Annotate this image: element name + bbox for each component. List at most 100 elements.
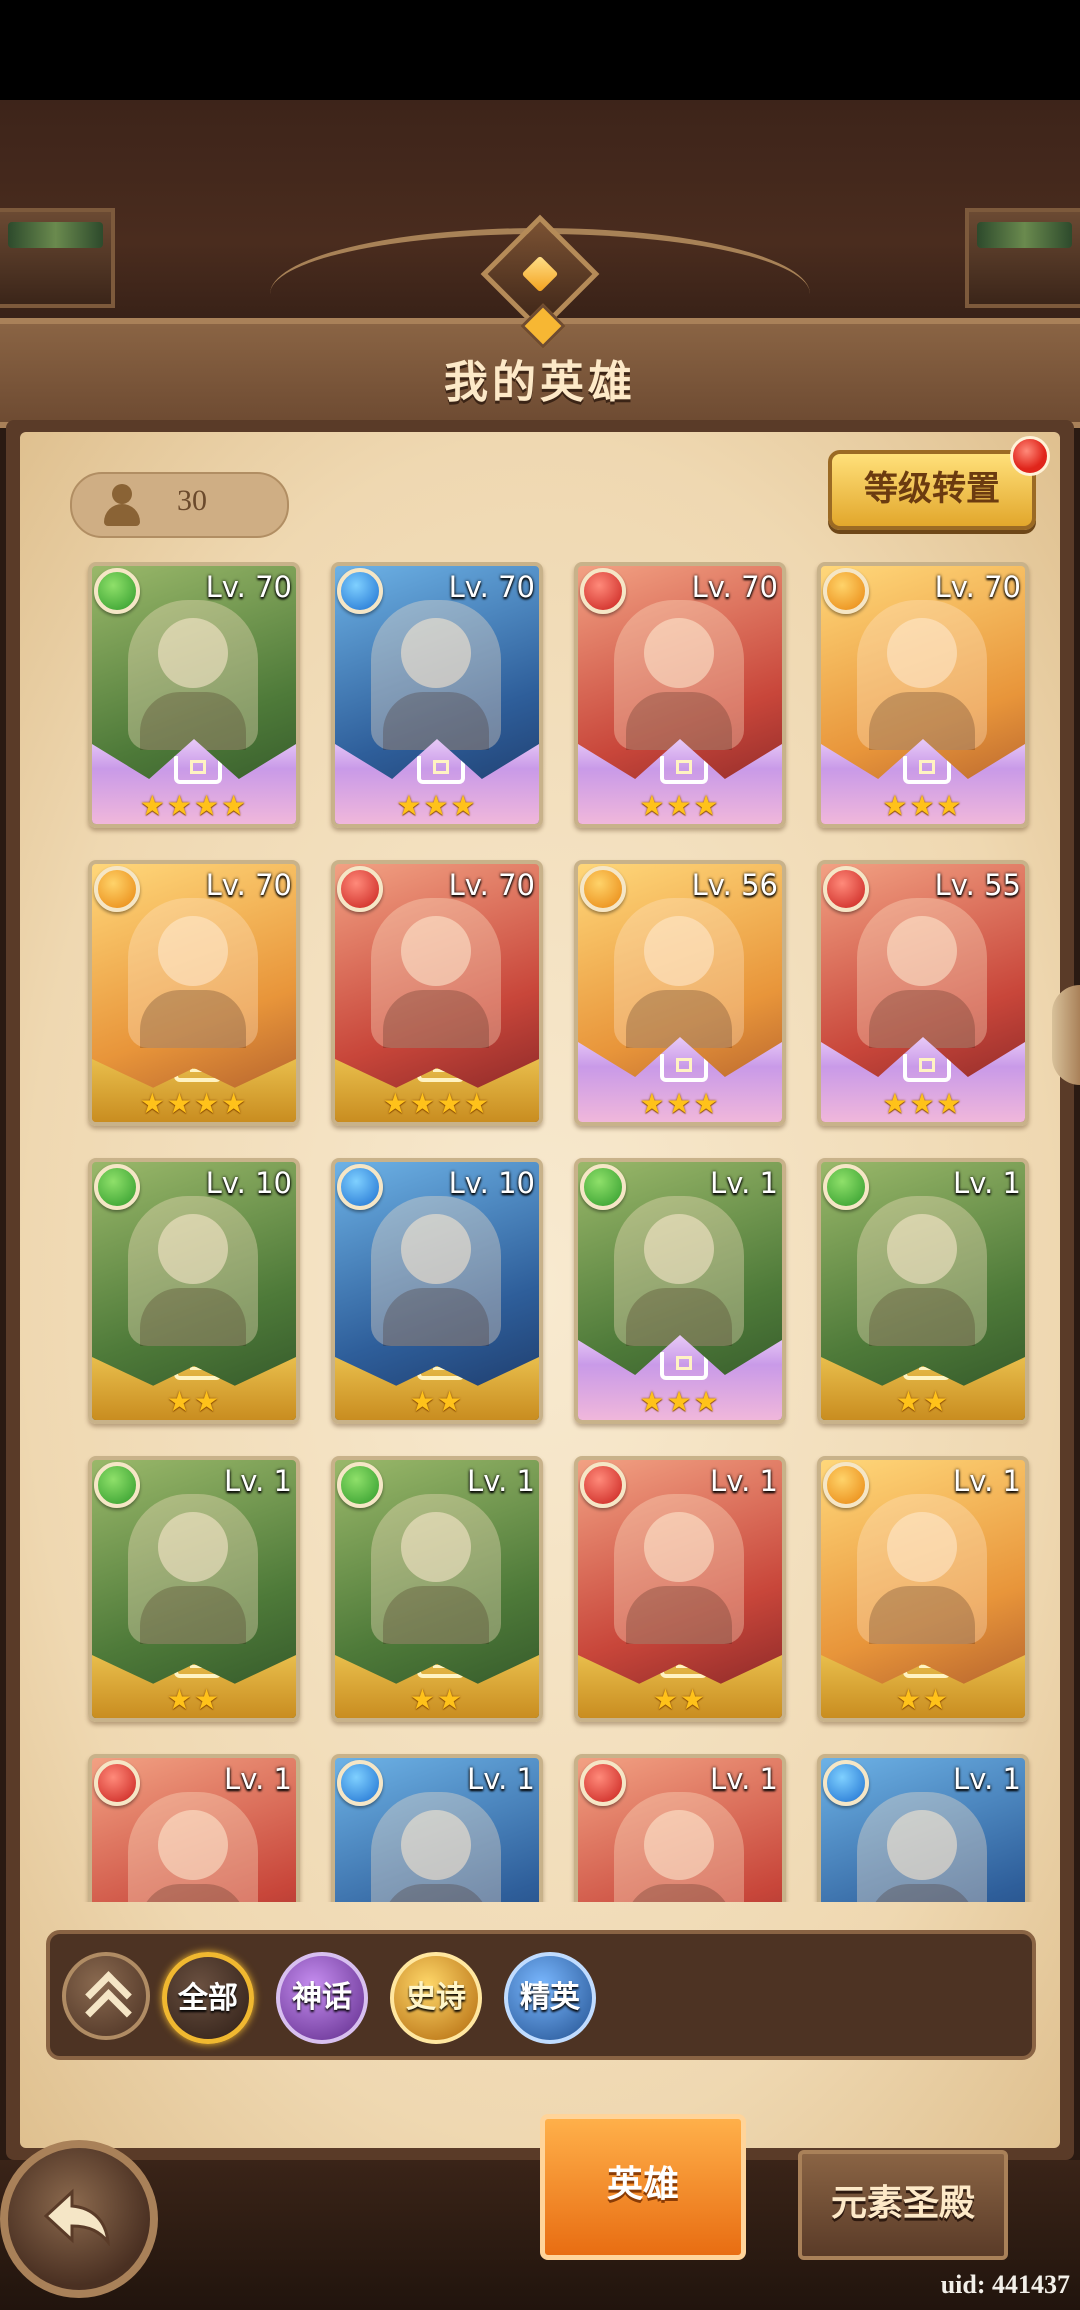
hero-card[interactable]: Lv. 70 ★★★★: [331, 860, 543, 1126]
person-icon: [100, 484, 144, 526]
filter-all-button[interactable]: 全部: [162, 1952, 254, 2044]
hero-portrait: [128, 1196, 258, 1346]
hero-portrait: [857, 1792, 987, 1902]
hero-card[interactable]: Lv. 1 ★★: [817, 1158, 1029, 1424]
hero-portrait: [128, 898, 258, 1048]
element-orange-icon: [580, 866, 626, 912]
hero-portrait: [614, 600, 744, 750]
element-green-icon: [94, 1462, 140, 1508]
hero-level: Lv. 70: [691, 570, 778, 604]
hero-stars: ★★: [652, 1683, 708, 1716]
crown-icon: [903, 1054, 951, 1082]
hero-portrait: [371, 1792, 501, 1902]
filter-epic-button[interactable]: 史诗: [390, 1952, 482, 2044]
hero-level: Lv. 70: [448, 570, 535, 604]
hero-level: Lv. 1: [953, 1762, 1021, 1796]
hero-stars: ★★★★: [139, 789, 249, 822]
crown-icon: [174, 1059, 222, 1082]
right-pillar-ornament: [965, 208, 1080, 308]
hero-portrait: [371, 600, 501, 750]
hero-portrait: [614, 1792, 744, 1902]
hero-card[interactable]: Lv. 1: [574, 1754, 786, 1902]
hero-stars: ★★★: [639, 1385, 721, 1418]
tab-element-temple[interactable]: 元素圣殿: [798, 2150, 1008, 2260]
element-orange-icon: [94, 866, 140, 912]
hero-stars: ★★: [409, 1385, 465, 1418]
element-orange-icon: [823, 568, 869, 614]
hero-stars: ★★: [409, 1683, 465, 1716]
tab-hero[interactable]: 英雄: [540, 2114, 746, 2260]
crown-icon: [903, 1655, 951, 1678]
hero-card[interactable]: Lv. 1: [817, 1754, 1029, 1902]
hero-portrait: [371, 898, 501, 1048]
hero-grid-scroll[interactable]: Lv. 70 ★★★★ Lv. 70 ★★★ Lv. 70 ★★★ Lv. 70 ★★★ Lv.…: [60, 562, 1040, 1902]
element-blue-icon: [337, 1760, 383, 1806]
hero-card[interactable]: Lv. 1 ★★: [331, 1456, 543, 1722]
hero-stars: ★★: [895, 1683, 951, 1716]
hero-portrait: [857, 898, 987, 1048]
side-drawer-handle[interactable]: [1052, 985, 1080, 1085]
element-red-icon: [94, 1760, 140, 1806]
hero-card[interactable]: Lv. 1: [88, 1754, 300, 1902]
back-button[interactable]: [0, 2140, 158, 2298]
hero-card[interactable]: Lv. 70 ★★★: [331, 562, 543, 828]
hero-card[interactable]: Lv. 10 ★★: [331, 1158, 543, 1424]
hero-level: Lv. 1: [710, 1166, 778, 1200]
element-green-icon: [94, 568, 140, 614]
crown-icon: [660, 1352, 708, 1380]
page-title: 我的英雄: [444, 357, 636, 408]
hero-level: Lv. 1: [953, 1464, 1021, 1498]
hero-portrait: [371, 1494, 501, 1644]
crown-icon: [174, 756, 222, 784]
filter-elite-button[interactable]: 精英: [504, 1952, 596, 2044]
hero-stars: ★★: [166, 1683, 222, 1716]
hero-card[interactable]: Lv. 1: [331, 1754, 543, 1902]
hero-portrait: [128, 1792, 258, 1902]
hero-level: Lv. 1: [224, 1464, 292, 1498]
element-blue-icon: [337, 568, 383, 614]
level-transfer-button[interactable]: 等级转置: [828, 450, 1036, 530]
hero-stars: ★★★: [882, 1087, 964, 1120]
hero-level: Lv. 1: [224, 1762, 292, 1796]
hero-card[interactable]: Lv. 1 ★★: [88, 1456, 300, 1722]
hero-portrait: [128, 600, 258, 750]
hero-card[interactable]: Lv. 1 ★★★: [574, 1158, 786, 1424]
hero-stars: ★★★: [396, 789, 478, 822]
crown-icon: [660, 1655, 708, 1678]
back-arrow-icon: [43, 2188, 110, 2246]
hero-portrait: [857, 1196, 987, 1346]
hero-panel: 30 等级转置 Lv. 70 ★★★★ Lv. 70 ★★★ Lv. 70 ★★★ Lv. …: [20, 432, 1060, 2148]
element-green-icon: [94, 1164, 140, 1210]
hero-card[interactable]: Lv. 70 ★★★★: [88, 860, 300, 1126]
element-red-icon: [580, 568, 626, 614]
hero-card[interactable]: Lv. 56 ★★★: [574, 860, 786, 1126]
hero-stars: ★★: [895, 1385, 951, 1418]
crown-icon: [417, 756, 465, 784]
element-red-icon: [337, 866, 383, 912]
hero-card[interactable]: Lv. 1 ★★: [817, 1456, 1029, 1722]
hero-card[interactable]: Lv. 10 ★★: [88, 1158, 300, 1424]
hero-level: Lv. 1: [467, 1464, 535, 1498]
element-red-icon: [823, 866, 869, 912]
crown-icon: [174, 1655, 222, 1678]
hero-card[interactable]: Lv. 70 ★★★: [574, 562, 786, 828]
hero-portrait: [128, 1494, 258, 1644]
hero-stars: ★★★: [639, 1087, 721, 1120]
filter-mythic-button[interactable]: 神话: [276, 1952, 368, 2044]
crown-icon: [174, 1357, 222, 1380]
collapse-chevron-icon[interactable]: [62, 1952, 150, 2040]
hero-portrait: [371, 1196, 501, 1346]
title-bar: 我的英雄: [0, 303, 1080, 428]
element-blue-icon: [823, 1760, 869, 1806]
hero-level: Lv. 1: [467, 1762, 535, 1796]
hero-level: Lv. 1: [953, 1166, 1021, 1200]
hero-card[interactable]: Lv. 55 ★★★: [817, 860, 1029, 1126]
hero-level: Lv. 56: [691, 868, 778, 902]
hero-stars: ★★: [166, 1385, 222, 1418]
crown-icon: [417, 1059, 465, 1082]
hero-stars: ★★★★: [139, 1087, 249, 1120]
hero-card[interactable]: Lv. 70 ★★★: [817, 562, 1029, 828]
hero-card[interactable]: Lv. 70 ★★★★: [88, 562, 300, 828]
hero-card[interactable]: Lv. 1 ★★: [574, 1456, 786, 1722]
hero-level: Lv. 10: [205, 1166, 292, 1200]
